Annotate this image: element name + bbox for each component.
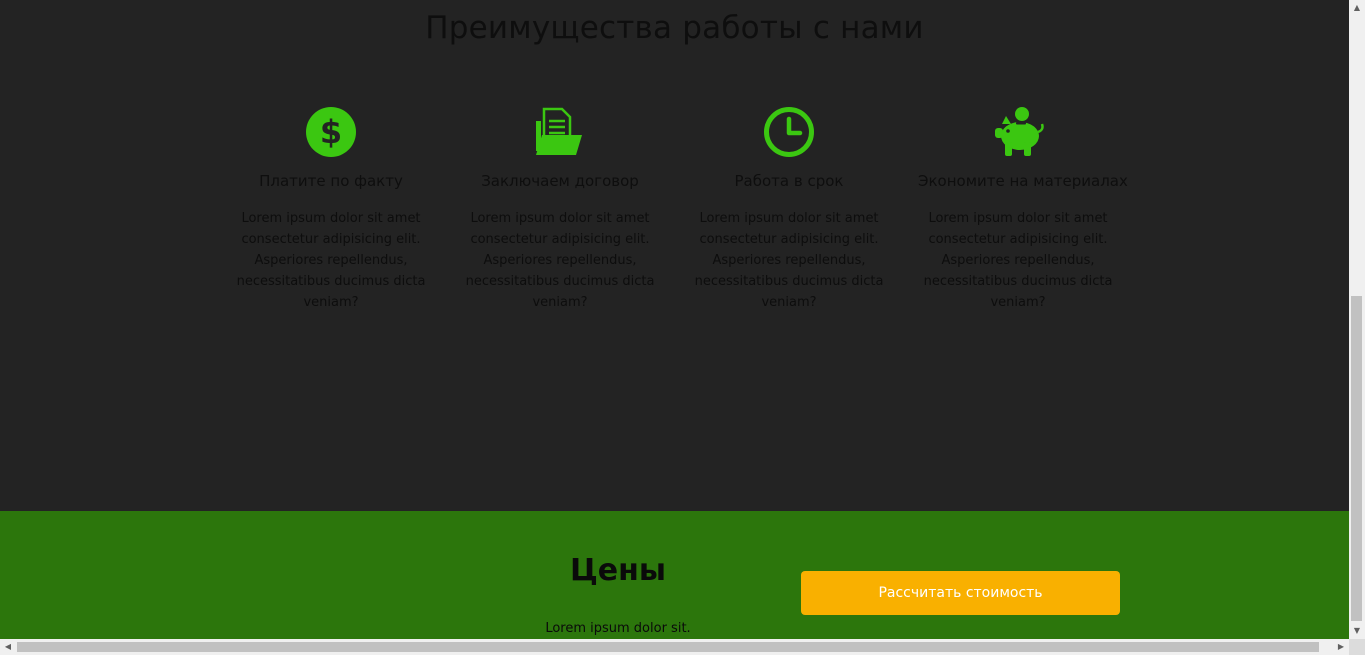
prices-subtitle: Lorem ipsum dolor sit.: [545, 621, 691, 636]
svg-text:$: $: [320, 113, 342, 151]
vertical-scroll-thumb[interactable]: [1351, 296, 1362, 621]
prices-section: Цены Lorem ipsum dolor sit. Рассчитать с…: [0, 511, 1349, 639]
scroll-up-arrow-icon[interactable]: ▲: [1349, 0, 1365, 16]
clock-icon: [689, 105, 889, 159]
benefit-title: Заключаем договор: [481, 172, 639, 190]
benefit-text: Lorem ipsum dolor sit amet consectetur a…: [236, 211, 426, 310]
benefits-section: Преимущества работы с нами $ Платите по …: [0, 0, 1349, 511]
benefits-cards: $ Платите по факту Lorem ipsum dolor sit…: [0, 0, 1349, 511]
benefit-text: Lorem ipsum dolor sit amet consectetur a…: [923, 211, 1113, 310]
prices-title: Цены: [569, 553, 667, 588]
scroll-down-arrow-icon[interactable]: ▼: [1349, 623, 1365, 639]
dollar-circle-icon: $: [231, 105, 431, 159]
calculate-cost-button[interactable]: Рассчитать стоимость: [801, 571, 1120, 615]
benefit-text: Lorem ipsum dolor sit amet consectetur a…: [694, 211, 884, 310]
benefit-title: Экономите на материалах: [918, 172, 1128, 190]
scroll-right-arrow-icon[interactable]: ▶: [1333, 639, 1349, 655]
benefit-card-contract: Заключаем договор Lorem ipsum dolor sit …: [460, 105, 660, 313]
benefit-text: Lorem ipsum dolor sit amet consectetur a…: [465, 211, 655, 310]
scroll-left-arrow-icon[interactable]: ◀: [0, 639, 16, 655]
piggy-bank-icon: [918, 105, 1118, 159]
benefit-card-pay-fact: $ Платите по факту Lorem ipsum dolor sit…: [231, 105, 431, 313]
horizontal-scrollbar[interactable]: ◀ ▶: [0, 639, 1349, 655]
scrollbar-corner: [1349, 639, 1365, 655]
benefit-card-on-time: Работа в срок Lorem ipsum dolor sit amet…: [689, 105, 889, 313]
horizontal-scroll-thumb[interactable]: [17, 642, 1319, 652]
folder-document-icon: [460, 105, 660, 159]
benefit-title: Работа в срок: [734, 172, 844, 190]
page-viewport: Преимущества работы с нами $ Платите по …: [0, 0, 1349, 639]
benefit-card-save-materials: Экономите на материалах Lorem ipsum dolo…: [918, 105, 1128, 313]
vertical-scrollbar[interactable]: ▲ ▼: [1349, 0, 1365, 639]
benefit-title: Платите по факту: [259, 172, 403, 190]
